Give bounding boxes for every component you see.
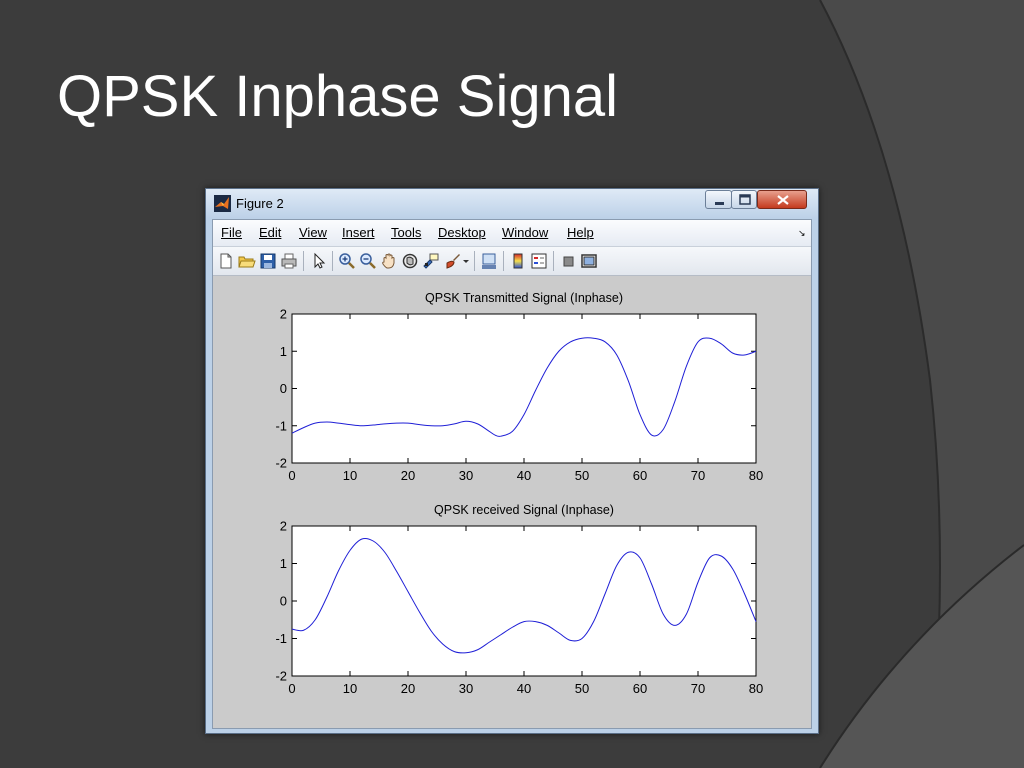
menu-file[interactable]: File bbox=[221, 225, 242, 240]
brush-icon[interactable] bbox=[443, 252, 461, 270]
x-tick-label: 10 bbox=[343, 681, 357, 696]
x-tick-label: 50 bbox=[575, 468, 589, 483]
y-tick-label: 0 bbox=[280, 594, 287, 609]
x-tick-label: 30 bbox=[459, 468, 473, 483]
toolbar-separator bbox=[503, 251, 504, 271]
menu-window[interactable]: Window bbox=[502, 225, 548, 240]
legend-icon[interactable] bbox=[530, 252, 548, 270]
new-figure-icon[interactable] bbox=[217, 252, 235, 270]
background-corner-shape bbox=[820, 545, 1024, 768]
zoom-out-icon[interactable] bbox=[359, 252, 377, 270]
x-tick-label: 40 bbox=[517, 681, 531, 696]
toolbar-separator bbox=[474, 251, 475, 271]
save-icon[interactable] bbox=[259, 252, 277, 270]
slide-title: QPSK Inphase Signal bbox=[57, 64, 619, 129]
x-tick-label: 70 bbox=[691, 681, 705, 696]
x-tick-label: 20 bbox=[401, 468, 415, 483]
figure-toolbar bbox=[213, 247, 811, 276]
rotate-3d-icon[interactable] bbox=[401, 252, 419, 270]
y-tick-label: -2 bbox=[275, 456, 287, 471]
x-tick-label: 60 bbox=[633, 681, 647, 696]
x-tick-label: 40 bbox=[517, 468, 531, 483]
menu-insert[interactable]: Insert bbox=[342, 225, 375, 240]
y-tick-label: -1 bbox=[275, 418, 287, 433]
hide-plot-tools-icon[interactable] bbox=[559, 252, 577, 270]
y-tick-label: -2 bbox=[275, 669, 287, 684]
x-tick-label: 50 bbox=[575, 681, 589, 696]
data-cursor-icon[interactable] bbox=[422, 252, 440, 270]
y-tick-label: 2 bbox=[280, 307, 287, 322]
pointer-icon[interactable] bbox=[310, 252, 328, 270]
figure-client-area: File Edit View Insert Tools Desktop Wind… bbox=[212, 219, 812, 729]
colorbar-icon[interactable] bbox=[509, 252, 527, 270]
menu-view[interactable]: View bbox=[299, 225, 327, 240]
toolbar-separator bbox=[332, 251, 333, 271]
menu-help[interactable]: Help bbox=[567, 225, 594, 240]
y-tick-label: 1 bbox=[280, 344, 287, 359]
menu-desktop[interactable]: Desktop bbox=[438, 225, 486, 240]
maximize-icon bbox=[739, 194, 751, 205]
link-plot-icon[interactable] bbox=[480, 252, 498, 270]
plot-canvas: QPSK Transmitted Signal (Inphase) 0 10 20 30… bbox=[213, 276, 811, 728]
menu-bar: File Edit View Insert Tools Desktop Wind… bbox=[213, 220, 811, 247]
y-tick-label: 2 bbox=[280, 519, 287, 534]
close-icon bbox=[777, 195, 789, 205]
chart-title: QPSK received Signal (Inphase) bbox=[434, 503, 614, 517]
axes-box bbox=[291, 313, 757, 464]
x-tick-label: 80 bbox=[749, 468, 763, 483]
menu-dock-arrow-icon[interactable]: ↘ bbox=[798, 228, 806, 239]
window-titlebar[interactable]: Figure 2 bbox=[206, 189, 818, 218]
minimize-icon bbox=[715, 202, 724, 205]
toolbar-separator bbox=[303, 251, 304, 271]
axes-box bbox=[291, 525, 757, 677]
x-tick-label: 0 bbox=[288, 681, 295, 696]
y-tick-label: 1 bbox=[280, 556, 287, 571]
menu-edit[interactable]: Edit bbox=[259, 225, 281, 240]
figure-window: Figure 2 File Edit View Insert Tools Des… bbox=[205, 188, 819, 734]
y-tick-label: -1 bbox=[275, 631, 287, 646]
x-tick-label: 70 bbox=[691, 468, 705, 483]
x-tick-label: 0 bbox=[288, 468, 295, 483]
window-title: Figure 2 bbox=[236, 196, 284, 211]
chart-title: QPSK Transmitted Signal (Inphase) bbox=[425, 291, 623, 305]
matlab-logo-icon bbox=[214, 195, 231, 212]
show-plot-tools-icon[interactable] bbox=[580, 252, 598, 270]
x-tick-label: 80 bbox=[749, 681, 763, 696]
y-tick-label: 0 bbox=[280, 381, 287, 396]
maximize-button[interactable] bbox=[731, 190, 757, 209]
x-tick-label: 20 bbox=[401, 681, 415, 696]
minimize-button[interactable] bbox=[705, 190, 732, 209]
close-button[interactable] bbox=[757, 190, 807, 209]
toolbar-separator bbox=[553, 251, 554, 271]
brush-dropdown-icon[interactable] bbox=[462, 252, 470, 270]
open-file-icon[interactable] bbox=[238, 252, 256, 270]
menu-tools[interactable]: Tools bbox=[391, 225, 421, 240]
x-tick-label: 60 bbox=[633, 468, 647, 483]
plots-svg: QPSK Transmitted Signal (Inphase)0 10 20 30… bbox=[275, 291, 763, 696]
pan-icon[interactable] bbox=[380, 252, 398, 270]
print-icon[interactable] bbox=[280, 252, 298, 270]
zoom-in-icon[interactable] bbox=[338, 252, 356, 270]
x-tick-label: 10 bbox=[343, 468, 357, 483]
x-tick-label: 30 bbox=[459, 681, 473, 696]
